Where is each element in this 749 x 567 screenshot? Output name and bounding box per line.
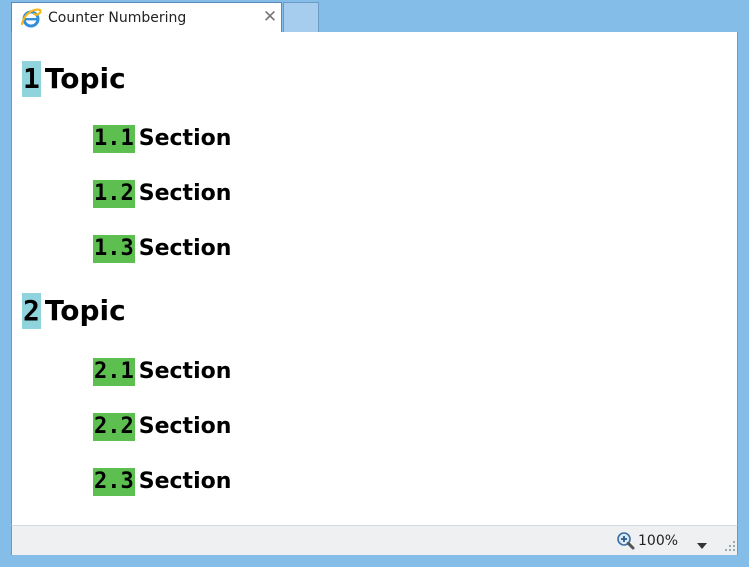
section-counter: 1.2	[93, 180, 135, 208]
section-heading: 1.3 Section	[93, 235, 231, 263]
tab-counter-numbering[interactable]: Counter Numbering ✕	[11, 2, 282, 33]
section-counter: 1.1	[93, 125, 135, 153]
section-label: Section	[138, 469, 232, 494]
section-label: Section	[138, 414, 232, 439]
section-counter: 1.3	[93, 235, 135, 263]
topic-label: Topic	[44, 62, 126, 95]
topic-heading: 1 Topic	[22, 61, 126, 97]
section-label: Section	[138, 359, 232, 384]
section-heading: 2.3 Section	[93, 468, 231, 496]
page-content: 1 Topic 1.1 Section 1.2 Section 1.3 Section …	[11, 32, 738, 525]
resize-grip-icon[interactable]	[723, 538, 737, 552]
section-label: Section	[138, 181, 232, 206]
topic-label: Topic	[44, 294, 126, 327]
tab-title: Counter Numbering	[48, 10, 187, 26]
section-heading: 1.2 Section	[93, 180, 231, 208]
topic-heading: 2 Topic	[22, 293, 126, 329]
section-heading: 2.2 Section	[93, 413, 231, 441]
section-label: Section	[138, 236, 232, 261]
zoom-level: 100%	[638, 533, 679, 549]
window-bottom-border	[0, 555, 749, 567]
chevron-down-icon[interactable]	[696, 536, 708, 549]
topic-counter: 1	[22, 61, 41, 97]
section-heading: 2.1 Section	[93, 358, 231, 386]
zoom-in-icon	[616, 531, 636, 551]
zoom-button[interactable]: 100%	[616, 529, 680, 553]
section-counter: 2.1	[93, 358, 135, 386]
new-tab-button[interactable]	[283, 2, 319, 33]
internet-explorer-icon	[20, 7, 42, 29]
status-bar: 100%	[11, 525, 738, 555]
browser-window: Counter Numbering ✕ 1 Topic 1.1 Section 1.…	[0, 0, 749, 567]
topic-counter: 2	[22, 293, 41, 329]
close-icon[interactable]: ✕	[261, 6, 279, 28]
section-counter: 2.2	[93, 413, 135, 441]
section-heading: 1.1 Section	[93, 125, 231, 153]
tab-strip: Counter Numbering ✕	[0, 0, 749, 33]
section-counter: 2.3	[93, 468, 135, 496]
section-label: Section	[138, 126, 232, 151]
